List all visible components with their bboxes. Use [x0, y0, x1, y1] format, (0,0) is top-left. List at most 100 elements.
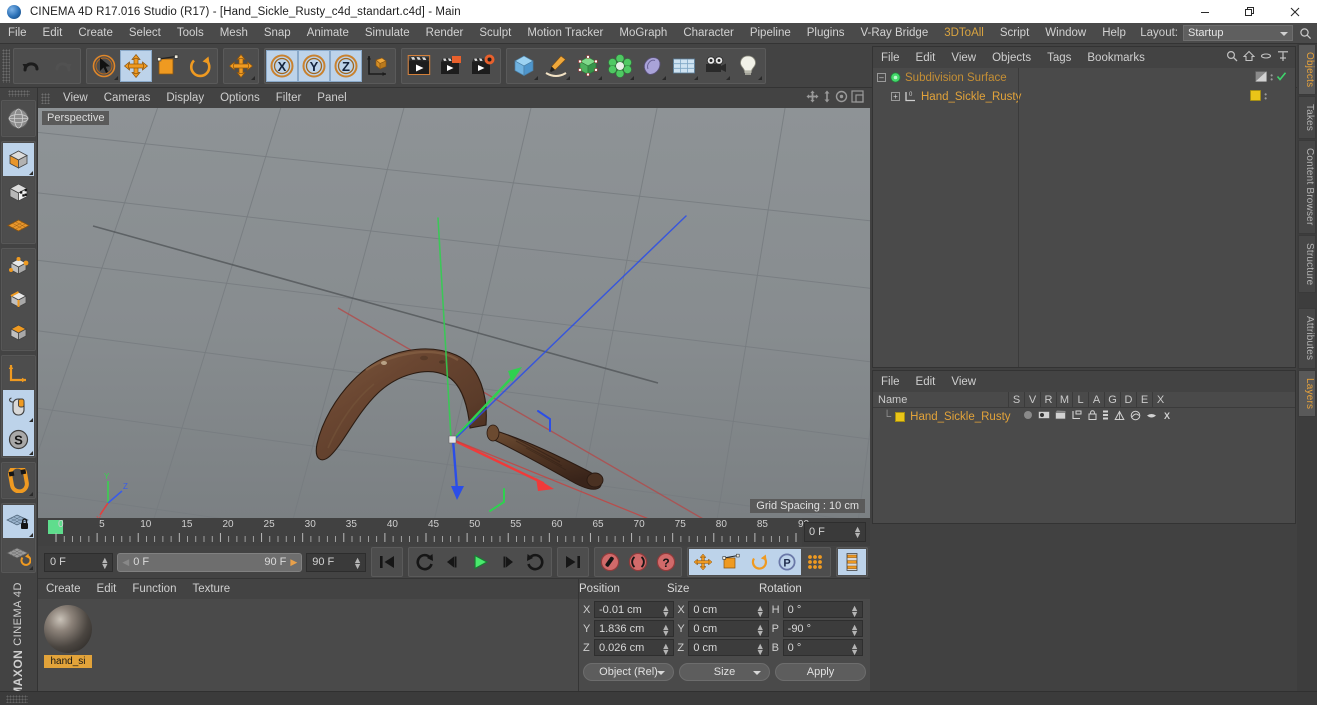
menu-help[interactable]: Help	[1094, 23, 1134, 44]
live-selection-tool[interactable]	[88, 49, 120, 82]
lock-z-axis[interactable]: Z	[330, 49, 362, 82]
column-header-r[interactable]: R	[1040, 391, 1056, 408]
menu-motion-tracker[interactable]: Motion Tracker	[519, 23, 611, 44]
timeline-current-frame-field[interactable]: 0 F ▲ ▼	[804, 522, 866, 542]
object-menu-tags[interactable]: Tags	[1039, 52, 1079, 64]
preview-range-slider[interactable]: ◀ 0 F 90 F ▶	[117, 552, 303, 572]
add-camera-button[interactable]	[700, 49, 732, 82]
magnifier-icon[interactable]	[1297, 27, 1313, 40]
spinner-icon[interactable]: ▲ ▼	[756, 604, 765, 619]
object-menu-file[interactable]: File	[873, 52, 908, 64]
rotate-view-icon[interactable]	[835, 90, 848, 106]
minimize-button[interactable]	[1182, 0, 1227, 23]
add-generator-button[interactable]	[572, 49, 604, 82]
scale-key-button[interactable]	[717, 549, 745, 575]
layer-color-swatch[interactable]	[895, 411, 906, 422]
menu-mograph[interactable]: MoGraph	[611, 23, 675, 44]
column-header-e[interactable]: E	[1136, 391, 1152, 408]
collapse-icon[interactable]: –	[877, 73, 886, 82]
material-menu-create[interactable]: Create	[38, 583, 89, 595]
edges-mode-button[interactable]	[3, 283, 34, 316]
points-mode-button[interactable]	[3, 250, 34, 283]
menu-sculpt[interactable]: Sculpt	[471, 23, 519, 44]
spinner-icon[interactable]: ▲ ▼	[853, 525, 862, 540]
expression-flag-icon[interactable]	[1146, 411, 1157, 423]
dots-icon[interactable]: • •	[1270, 71, 1273, 83]
rotate-tool[interactable]	[184, 49, 216, 82]
object-row-subdivision-surface[interactable]: – Subdivision Surface • •	[873, 68, 1295, 87]
menu-plugins[interactable]: Plugins	[799, 23, 853, 44]
redo-button[interactable]	[47, 49, 79, 82]
render-to-picture-viewer-button[interactable]	[435, 49, 467, 82]
render-flag-icon[interactable]	[1054, 410, 1066, 423]
menu-pipeline[interactable]: Pipeline	[742, 23, 799, 44]
menu-edit[interactable]: Edit	[35, 23, 71, 44]
expand-icon[interactable]	[1277, 50, 1289, 65]
position-key-button[interactable]	[689, 549, 717, 575]
timeline-ruler[interactable]: 051015202530354045505560657075808590	[38, 518, 809, 546]
rotation-h-field[interactable]: 0 ° ▲ ▼	[782, 601, 863, 619]
lock-y-axis[interactable]: Y	[298, 49, 330, 82]
object-manager-body[interactable]: – Subdivision Surface • • + 0 Hand_Sickl…	[873, 68, 1295, 367]
material-item[interactable]: hand_si	[44, 605, 92, 668]
check-icon[interactable]	[1276, 71, 1287, 85]
add-scene-object-button[interactable]	[636, 49, 668, 82]
world-object-coordinates[interactable]	[362, 49, 394, 82]
menu-script[interactable]: Script	[992, 23, 1037, 44]
spinner-icon[interactable]: ▲ ▼	[756, 623, 765, 638]
coordinate-mode-dropdown[interactable]: Object (Rel)	[583, 663, 674, 681]
add-cube-button[interactable]	[508, 49, 540, 82]
lock-workplane-button[interactable]	[3, 505, 34, 538]
autokey-button[interactable]	[624, 549, 652, 575]
make-editable-button[interactable]	[3, 102, 34, 135]
spinner-icon[interactable]: ▲ ▼	[661, 642, 670, 657]
object-menu-view[interactable]: View	[943, 52, 984, 64]
render-view-button[interactable]	[403, 49, 435, 82]
go-to-start-button[interactable]	[373, 549, 401, 575]
size-y-field[interactable]: 0 cm ▲ ▼	[688, 620, 769, 638]
viewport-menu-display[interactable]: Display	[158, 92, 212, 104]
scale-tool[interactable]	[152, 49, 184, 82]
next-key-button[interactable]	[522, 549, 550, 575]
undo-button[interactable]	[15, 49, 47, 82]
column-header-l[interactable]: L	[1072, 391, 1088, 408]
size-z-field[interactable]: 0 cm ▲ ▼	[688, 639, 769, 657]
viewport-solo-button[interactable]	[3, 390, 34, 423]
magnet-tool-button[interactable]	[3, 464, 34, 497]
layer-menu-view[interactable]: View	[943, 376, 984, 388]
rotation-key-button[interactable]	[745, 549, 773, 575]
visible-flag-icon[interactable]	[1037, 410, 1050, 423]
phong-tag-icon[interactable]	[1255, 70, 1268, 85]
position-y-field[interactable]: 1.836 cm ▲ ▼	[594, 620, 675, 638]
current-frame-field[interactable]: 0 F ▲ ▼	[44, 552, 114, 572]
layer-menu-edit[interactable]: Edit	[908, 376, 944, 388]
viewport-canvas[interactable]: Perspective Y Z Grid Spacing: 10 cm	[38, 108, 870, 518]
column-header-x[interactable]: X	[1152, 391, 1168, 408]
column-header-s[interactable]: S	[1008, 391, 1024, 408]
search-icon[interactable]	[1226, 50, 1238, 65]
object-menu-edit[interactable]: Edit	[908, 52, 944, 64]
axis-mode-button[interactable]	[3, 357, 34, 390]
pan-view-icon[interactable]	[806, 90, 819, 106]
size-mode-dropdown[interactable]: Size	[679, 663, 770, 681]
column-header-g[interactable]: G	[1104, 391, 1120, 408]
end-frame-field[interactable]: 90 F ▲ ▼	[306, 552, 366, 572]
timeline-toggle-button[interactable]	[838, 549, 866, 575]
add-floor-button[interactable]	[668, 49, 700, 82]
minimize-icon[interactable]	[1260, 50, 1272, 65]
step-forward-button[interactable]	[494, 549, 522, 575]
material-menu-edit[interactable]: Edit	[89, 583, 125, 595]
lock-x-axis[interactable]: X	[266, 49, 298, 82]
tab-content-browser[interactable]: Content Browser	[1298, 140, 1316, 234]
step-back-button[interactable]	[438, 549, 466, 575]
menu-simulate[interactable]: Simulate	[357, 23, 418, 44]
range-start-arrow-icon[interactable]: ◀	[122, 557, 129, 568]
spinner-icon[interactable]: ▲ ▼	[661, 604, 670, 619]
point-level-animation-button[interactable]	[801, 549, 829, 575]
spinner-icon[interactable]: ▲ ▼	[850, 604, 859, 619]
deformer-flag-icon[interactable]	[1130, 410, 1141, 424]
rotation-b-field[interactable]: 0 ° ▲ ▼	[782, 639, 863, 657]
play-button[interactable]	[466, 549, 494, 575]
object-menu-bookmarks[interactable]: Bookmarks	[1079, 52, 1153, 64]
viewport-menu-options[interactable]: Options	[212, 92, 268, 104]
